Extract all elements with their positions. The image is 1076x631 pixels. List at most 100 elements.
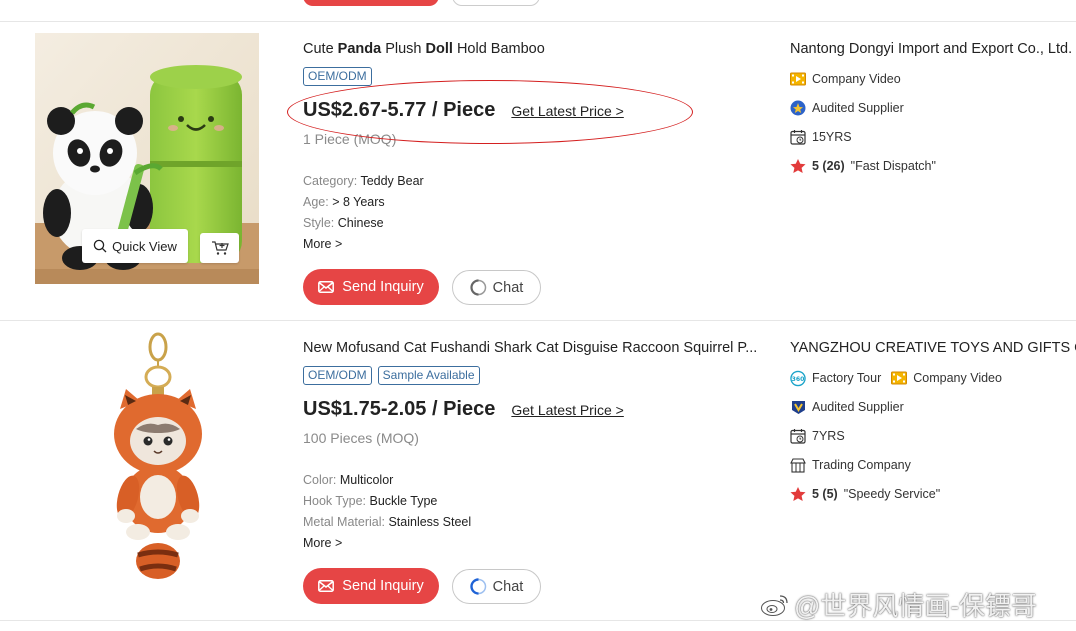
product-card: New Mofusand Cat Fushandi Shark Cat Disg… [0,321,1076,621]
rating-note: "Speedy Service" [843,487,941,501]
audited-supplier-label: Audited Supplier [812,101,904,115]
add-to-cart-button[interactable] [200,233,239,263]
cart-plus-icon [211,241,229,255]
product-title[interactable]: New Mofusand Cat Fushandi Shark Cat Disg… [303,340,763,356]
supplier-name[interactable]: YANGZHOU CREATIVE TOYS AND GIFTS CO [790,340,1076,356]
attribute-value: Multicolor [339,473,394,487]
send-inquiry-label: Send Inquiry [342,578,424,594]
years-label: 7YRS [812,429,845,443]
attribute-value: Buckle Type [369,494,438,508]
audited-supplier-label: Audited Supplier [812,400,904,414]
cat-raccoon-keychain-photo [92,329,222,589]
factory-tour-link[interactable]: Factory Tour [812,371,881,385]
svg-text:360: 360 [792,375,805,382]
chat-button[interactable]: Chat [452,270,541,305]
rating-note: "Fast Dispatch" [850,159,936,173]
attribute-key: Color: [303,473,340,487]
product-title[interactable]: Cute Panda Plush Doll Hold Bamboo [303,41,763,57]
attribute-row: Style: Chinese [303,213,424,234]
attribute-row: Color: Multicolor [303,470,471,491]
price-row: US$2.67-5.77 / Piece Get Latest Price > [303,99,624,122]
title-part-bold: Doll [425,41,453,57]
attribute-value: Chinese [337,216,384,230]
title-part-bold: Panda [337,41,382,57]
attribute-row: Metal Material: Stainless Steel [303,512,471,533]
attribute-row: Hook Type: Buckle Type [303,491,471,512]
business-type: Trading Company [790,457,911,473]
previous-chat-button[interactable] [452,0,540,6]
product-attributes: Category: Teddy Bear Age: > 8 Years Styl… [303,171,424,255]
more-link[interactable]: More > [303,533,471,554]
attribute-row: Age: > 8 Years [303,192,424,213]
chat-status-icon [470,279,486,296]
star-icon [790,486,806,502]
calendar-icon [790,129,806,145]
previous-send-inquiry-button[interactable] [303,0,439,6]
supplier-rating[interactable]: 5 (5) "Speedy Service" [790,486,940,502]
attribute-key: Category: [303,174,361,188]
send-inquiry-button[interactable]: Send Inquiry [303,269,439,305]
attribute-row: Category: Teddy Bear [303,171,424,192]
quick-view-button[interactable]: Quick View [82,229,188,263]
product-attributes: Color: Multicolor Hook Type: Buckle Type… [303,470,471,554]
get-latest-price-link[interactable]: Get Latest Price > [511,103,623,119]
product-image-cat-keychain[interactable] [92,329,222,589]
product-card: Quick View Cute Panda Plush Doll Hold Ba… [0,22,1076,321]
send-inquiry-button[interactable]: Send Inquiry [303,568,439,604]
moq: 100 Pieces (MOQ) [303,430,419,446]
price: US$2.67-5.77 / Piece [303,99,496,121]
product-image-panda[interactable]: Quick View [35,33,259,284]
attribute-key: Style: [303,216,338,230]
company-video-icon [790,71,806,87]
search-icon [93,239,107,253]
price: US$1.75-2.05 / Piece [303,398,496,420]
star-icon [790,158,806,174]
more-link[interactable]: More > [303,234,424,255]
audited-supplier: Audited Supplier [790,100,904,116]
attribute-value: Teddy Bear [360,174,424,188]
quick-view-label: Quick View [112,238,177,254]
price-row: US$1.75-2.05 / Piece Get Latest Price > [303,398,624,421]
attribute-key: Age: [303,195,333,209]
previous-card-stub [0,0,1076,22]
audited-supplier: Audited Supplier [790,399,904,415]
attribute-value: Stainless Steel [388,515,472,529]
factory-tour-360-icon: 360 [790,370,806,386]
watermark-text: @世界风情画-保镖哥 [794,591,1038,621]
sample-available-tag: Sample Available [377,366,480,385]
company-video-label: Company Video [812,72,901,86]
product-tags: OEM/ODM Sample Available [303,366,480,385]
title-part: Cute [303,41,338,57]
company-video-link[interactable]: Company Video [790,71,901,87]
supplier-name[interactable]: Nantong Dongyi Import and Export Co., Lt… [790,41,1076,57]
weibo-watermark: @世界风情画-保镖哥 [760,586,1037,623]
chat-label: Chat [492,279,524,296]
years-label: 15YRS [812,130,852,144]
years-in-business: 7YRS [790,428,845,444]
weibo-logo-icon [761,594,788,616]
product-tags: OEM/ODM [303,67,372,86]
title-part: Hold Bamboo [452,41,545,57]
envelope-icon [318,580,335,592]
storefront-icon [790,457,806,473]
chat-button[interactable]: Chat [452,569,541,604]
send-inquiry-label: Send Inquiry [342,279,424,295]
business-type-label: Trading Company [812,458,911,472]
company-video-link[interactable]: Company Video [913,371,1002,385]
audited-supplier-icon [790,100,806,116]
chat-online-icon [469,578,486,595]
title-part: Plush [381,41,426,57]
attribute-key: Metal Material: [303,515,389,529]
moq: 1 Piece (MOQ) [303,131,397,147]
audited-supplier-icon [790,399,806,415]
years-in-business: 15YRS [790,129,852,145]
rating-score: 5 (26) [812,159,845,173]
supplier-rating[interactable]: 5 (26) "Fast Dispatch" [790,158,936,174]
calendar-icon [790,428,806,444]
attribute-key: Hook Type: [303,494,370,508]
get-latest-price-link[interactable]: Get Latest Price > [511,402,623,418]
oem-odm-tag: OEM/ODM [303,67,372,86]
envelope-icon [318,281,335,293]
company-video-icon [891,370,908,386]
supplier-media-links: 360 Factory Tour Company Video [790,370,1002,386]
